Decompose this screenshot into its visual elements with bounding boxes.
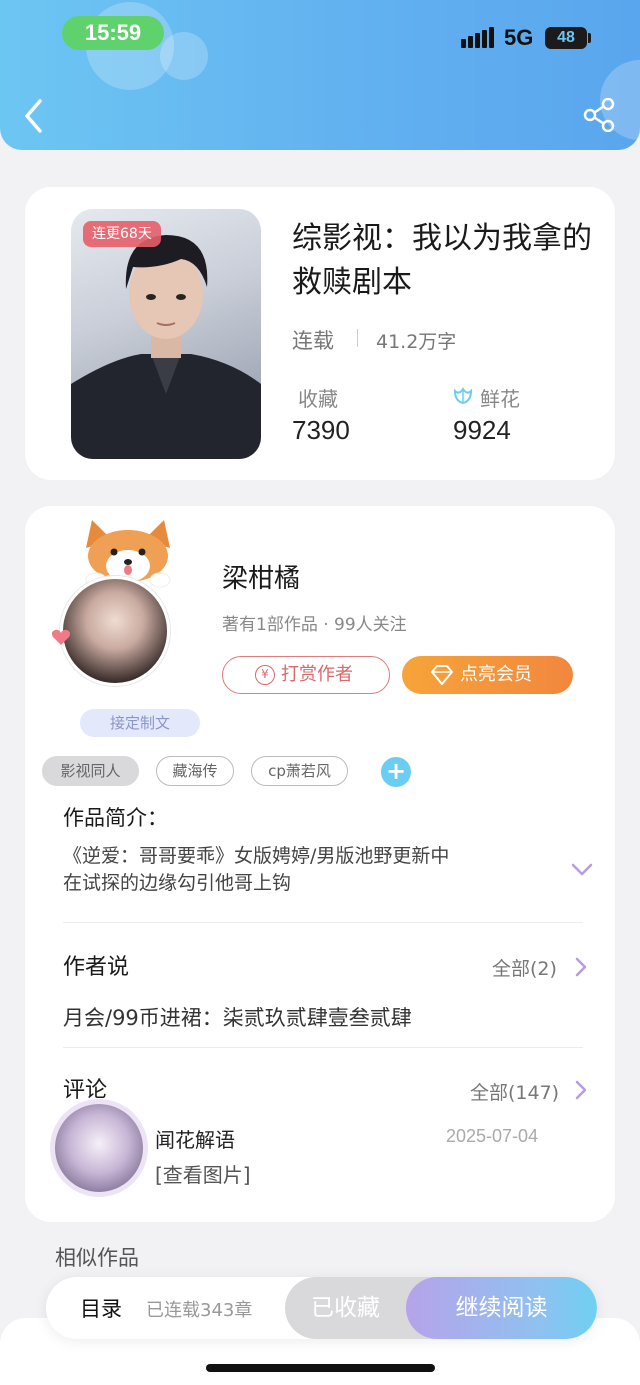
favorites-count: 7390 (292, 415, 350, 445)
toc-button[interactable]: 目录 (80, 1293, 122, 1323)
update-streak-badge: 连更68天 (83, 221, 161, 247)
author-meta: 著有1部作品 · 99人关注 (222, 615, 407, 635)
status-divider (357, 329, 358, 347)
tip-author-label: 打赏作者 (281, 664, 353, 685)
coin-icon: ¥ (255, 665, 275, 685)
header: 15:59 5G 48 (0, 0, 640, 150)
tag-item[interactable]: 影视同人 (42, 756, 139, 786)
bottom-action-bar: 目录 已连载343章 已收藏 继续阅读 (46, 1277, 597, 1339)
add-tag-button[interactable]: + (381, 757, 411, 787)
chevron-down-icon[interactable] (570, 862, 594, 878)
back-button[interactable] (20, 96, 50, 136)
author-says-title: 作者说 (63, 955, 130, 980)
chapter-count: 已连载343章 (146, 1300, 253, 1321)
tag-item[interactable]: 藏海传 (156, 756, 234, 786)
similar-works-title: 相似作品 (55, 1246, 139, 1270)
book-word-count: 41.2万字 (376, 331, 457, 353)
diamond-icon (431, 665, 453, 685)
intro-line: 在试探的边缘勾引他哥上钩 (63, 872, 292, 894)
book-title: 综影视：我以为我拿的救赎剧本 (292, 221, 592, 300)
comment-date: 2025-07-04 (446, 1126, 539, 1146)
flower-icon (453, 387, 473, 405)
comments-title: 评论 (63, 1078, 108, 1103)
book-cover[interactable]: 连更68天 (71, 209, 261, 459)
network-label: 5G (504, 25, 534, 50)
author-says-more-link[interactable]: 全部(2) (492, 954, 557, 981)
divider (63, 922, 583, 923)
intro-text[interactable]: 《逆爱：哥哥要乖》女版娉婷/男版池野更新中 在试探的边缘勾引他哥上钩 (63, 843, 533, 897)
author-says-text: 月会/99币进裙：柒贰玖贰肆壹叁贰肆 (63, 1006, 412, 1030)
signal-icon (461, 26, 495, 48)
back-chevron-icon (25, 99, 42, 133)
intro-line: 《逆爱：哥哥要乖》女版娉婷/男版池野更新中 (63, 845, 450, 867)
favorites-label: 收藏 (298, 387, 338, 411)
share-icon (583, 97, 615, 133)
share-button[interactable] (580, 97, 620, 133)
chevron-right-icon[interactable] (574, 1079, 588, 1101)
tag-item[interactable]: cp萧若风 (251, 756, 348, 786)
flowers-count: 9924 (453, 415, 511, 445)
author-avatar (60, 576, 170, 686)
author-card: 接定制文 梁柑橘 著有1部作品 · 99人关注 ¥ 打赏作者 点亮会员 影视同人… (25, 506, 615, 1222)
comment-text[interactable]: [查看图片] (155, 1159, 251, 1188)
battery-icon: 48 (545, 27, 587, 49)
commenter-name[interactable]: 闻花解语 (155, 1124, 235, 1153)
vip-button[interactable]: 点亮会员 (402, 656, 573, 694)
vip-label: 点亮会员 (460, 664, 532, 685)
battery-tip (588, 33, 591, 43)
book-status: 连载 (292, 329, 334, 353)
status-time: 15:59 (62, 16, 164, 50)
comments-more-link[interactable]: 全部(147) (470, 1078, 559, 1105)
chevron-right-icon[interactable] (574, 956, 588, 978)
decor-bubble (160, 32, 208, 80)
continue-reading-button[interactable]: 继续阅读 (406, 1277, 597, 1339)
book-info-card: 连更68天 综影视：我以为我拿的救赎剧本 连载 41.2万字 收藏 7390 鲜… (25, 187, 615, 480)
heart-icon (51, 629, 71, 645)
tip-author-button[interactable]: ¥ 打赏作者 (222, 656, 390, 694)
commenter-avatar[interactable] (55, 1104, 143, 1192)
intro-title: 作品简介： (63, 806, 168, 830)
flowers-label: 鲜花 (480, 387, 520, 411)
author-avatar-frame[interactable]: 接定制文 (50, 518, 205, 737)
author-name[interactable]: 梁柑橘 (222, 558, 300, 595)
custom-order-tag: 接定制文 (80, 709, 200, 737)
home-indicator (206, 1364, 435, 1372)
divider (63, 1047, 583, 1048)
